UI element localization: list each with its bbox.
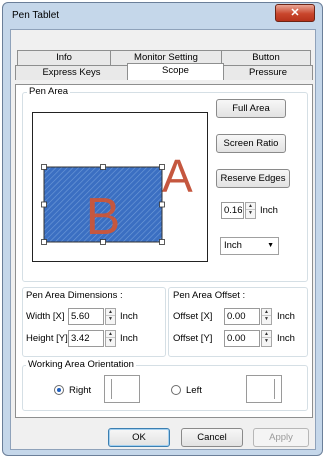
spin-up-icon[interactable]: ▲ bbox=[246, 203, 255, 210]
close-button[interactable]: ✕ bbox=[275, 4, 315, 22]
orientation-right-radio[interactable] bbox=[54, 385, 64, 395]
reserve-edges-spinner[interactable]: ▲ ▼ bbox=[245, 202, 256, 219]
offset-label: Pen Area Offset : bbox=[173, 290, 246, 301]
offset-y-input[interactable]: 0.00 bbox=[224, 330, 260, 347]
tab-info[interactable]: Info bbox=[17, 50, 111, 65]
spin-down-icon[interactable]: ▼ bbox=[246, 210, 255, 217]
height-label: Height [Y] bbox=[26, 333, 68, 344]
offset-y-unit: Inch bbox=[277, 333, 295, 344]
width-label: Width [X] bbox=[26, 311, 65, 322]
spin-up-icon[interactable]: ▲ bbox=[106, 309, 115, 316]
spin-down-icon[interactable]: ▼ bbox=[262, 316, 271, 323]
resize-handle-top bbox=[100, 164, 106, 170]
spin-up-icon[interactable]: ▲ bbox=[106, 331, 115, 338]
height-spinner[interactable]: ▲ ▼ bbox=[105, 330, 116, 347]
window-title: Pen Tablet bbox=[12, 10, 60, 21]
width-spinner[interactable]: ▲ ▼ bbox=[105, 308, 116, 325]
spin-down-icon[interactable]: ▼ bbox=[106, 316, 115, 323]
height-unit: Inch bbox=[120, 333, 138, 344]
resize-handle-bottom-left bbox=[41, 239, 47, 245]
tablet-left-orientation-icon bbox=[246, 375, 282, 403]
resize-handle-bottom bbox=[100, 239, 106, 245]
scope-panel: Pen Area A B Full Area Screen Ratio Rese… bbox=[15, 84, 313, 418]
reserve-edges-unit: Inch bbox=[260, 205, 278, 216]
dialog-client: Info Monitor Setting Button Express Keys… bbox=[10, 29, 316, 450]
orientation-left-label[interactable]: Left bbox=[186, 385, 202, 396]
screen-ratio-button[interactable]: Screen Ratio bbox=[216, 134, 286, 153]
offset-y-label: Offset [Y] bbox=[173, 333, 213, 344]
reserve-edges-button[interactable]: Reserve Edges bbox=[216, 169, 290, 188]
orientation-left-radio[interactable] bbox=[171, 385, 181, 395]
spin-up-icon[interactable]: ▲ bbox=[262, 331, 271, 338]
title-bar[interactable]: Pen Tablet ✕ bbox=[3, 3, 322, 29]
dimensions-label: Pen Area Dimensions : bbox=[26, 290, 123, 301]
offset-x-label: Offset [X] bbox=[173, 311, 213, 322]
resize-handle-top-left bbox=[41, 164, 47, 170]
orientation-label: Working Area Orientation bbox=[26, 359, 136, 370]
resize-handle-left bbox=[41, 201, 47, 208]
pen-area-letter: B bbox=[86, 188, 121, 246]
offset-x-input[interactable]: 0.00 bbox=[224, 308, 260, 325]
unit-select[interactable]: Inch ▼ bbox=[220, 237, 279, 255]
offset-x-spinner[interactable]: ▲ ▼ bbox=[261, 308, 272, 325]
offset-y-spinner[interactable]: ▲ ▼ bbox=[261, 330, 272, 347]
pen-tablet-window: Pen Tablet ✕ Info Monitor Setting Button… bbox=[2, 2, 323, 456]
apply-button[interactable]: Apply bbox=[253, 428, 309, 447]
resize-handle-bottom-right bbox=[159, 239, 165, 245]
pen-area-group-label: Pen Area bbox=[27, 86, 71, 97]
resize-handle-top-right bbox=[159, 164, 165, 170]
resize-handle-right bbox=[159, 201, 165, 208]
cancel-button[interactable]: Cancel bbox=[181, 428, 243, 447]
height-input[interactable]: 3.42 bbox=[68, 330, 104, 347]
tab-pressure[interactable]: Pressure bbox=[223, 65, 313, 80]
spin-down-icon[interactable]: ▼ bbox=[106, 338, 115, 345]
width-input[interactable]: 5.60 bbox=[68, 308, 104, 325]
orientation-right-label[interactable]: Right bbox=[69, 385, 91, 396]
tab-button[interactable]: Button bbox=[221, 50, 311, 65]
reserve-edges-input[interactable]: 0.16 bbox=[221, 202, 244, 219]
screen-area-letter: A bbox=[162, 150, 193, 202]
chevron-down-icon: ▼ bbox=[267, 242, 274, 249]
tab-express-keys[interactable]: Express Keys bbox=[15, 65, 128, 80]
spin-down-icon[interactable]: ▼ bbox=[262, 338, 271, 345]
offset-x-unit: Inch bbox=[277, 311, 295, 322]
unit-select-value: Inch bbox=[224, 240, 242, 251]
close-icon: ✕ bbox=[290, 7, 300, 19]
tab-scope[interactable]: Scope bbox=[127, 63, 224, 80]
spin-up-icon[interactable]: ▲ bbox=[262, 309, 271, 316]
pen-area-preview[interactable]: A B bbox=[32, 112, 208, 262]
full-area-button[interactable]: Full Area bbox=[216, 99, 286, 118]
width-unit: Inch bbox=[120, 311, 138, 322]
tablet-right-orientation-icon bbox=[104, 375, 140, 403]
ok-button[interactable]: OK bbox=[108, 428, 170, 447]
